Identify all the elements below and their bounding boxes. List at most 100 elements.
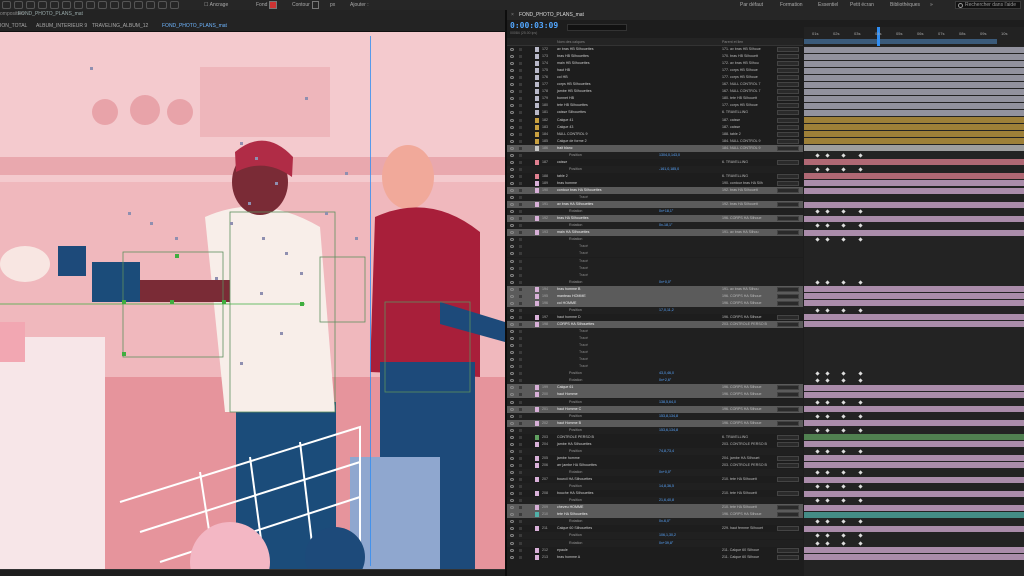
layer-search-input[interactable]	[567, 24, 627, 31]
parent-dropdown[interactable]	[777, 554, 799, 560]
lock-icon[interactable]	[519, 315, 522, 319]
layer-row[interactable]: 175 haut HB 177. corps HB Silhoue	[507, 67, 803, 74]
visibility-eye-icon[interactable]	[510, 153, 514, 157]
lock-icon[interactable]	[519, 266, 522, 270]
lock-icon[interactable]	[519, 210, 522, 214]
property-name[interactable]: Position	[569, 370, 582, 377]
property-name[interactable]: Position	[569, 532, 582, 539]
parent-dropdown[interactable]	[777, 321, 799, 327]
label-color-swatch[interactable]	[535, 89, 539, 95]
label-color-swatch[interactable]	[535, 110, 539, 116]
label-color-swatch[interactable]	[535, 420, 539, 426]
property-value[interactable]: 0x+2,6°	[659, 377, 671, 384]
layer-name[interactable]: caisse	[557, 159, 567, 166]
workspace-default[interactable]: Par défaut	[740, 0, 763, 10]
property-name[interactable]: Position	[569, 448, 582, 455]
property-track[interactable]	[804, 540, 1024, 546]
parent-link[interactable]: 210. tete HA Silhouett	[722, 504, 757, 511]
visibility-eye-icon[interactable]	[510, 111, 514, 115]
property-track[interactable]	[804, 363, 1024, 370]
layer-bar[interactable]	[804, 476, 1024, 483]
visibility-eye-icon[interactable]	[510, 181, 514, 185]
property-name[interactable]: Tracé	[579, 342, 588, 349]
visibility-eye-icon[interactable]	[510, 62, 514, 66]
property-value[interactable]: 0x+18,1°	[659, 208, 673, 215]
layer-bar[interactable]	[804, 300, 1024, 307]
visibility-eye-icon[interactable]	[510, 139, 514, 143]
parent-dropdown[interactable]	[777, 173, 799, 179]
lock-icon[interactable]	[519, 541, 522, 545]
parent-link[interactable]: 6. TRAVELLING	[722, 434, 748, 441]
layer-row[interactable]: 198 CORPS HA Silhouettes 203. CONTROLE PER…	[507, 320, 803, 328]
lock-icon[interactable]	[519, 428, 522, 432]
layer-name[interactable]: bras homme A	[557, 554, 580, 561]
visibility-eye-icon[interactable]	[510, 499, 514, 503]
parent-dropdown[interactable]	[777, 286, 799, 292]
composition-title[interactable]: FOND_PHOTO_PLANS_mat	[18, 11, 83, 17]
layer-bar[interactable]	[804, 81, 1024, 88]
layer-row[interactable]: 204 jambe HA Silhouettes 203. CONTROLE PER…	[507, 441, 803, 448]
property-name[interactable]: Tracé	[579, 356, 588, 363]
layer-bar[interactable]	[804, 441, 1024, 448]
label-color-swatch[interactable]	[535, 138, 539, 144]
layer-name[interactable]: CONTROLE PERSO B	[557, 434, 594, 441]
lock-icon[interactable]	[519, 287, 522, 291]
layer-bar[interactable]	[804, 215, 1024, 222]
lock-icon[interactable]	[519, 308, 522, 312]
property-track[interactable]	[804, 413, 1024, 420]
visibility-eye-icon[interactable]	[510, 534, 514, 538]
visibility-eye-icon[interactable]	[510, 414, 514, 418]
layer-bar[interactable]	[804, 187, 1024, 194]
workspace-libraries[interactable]: Bibliothèques	[890, 0, 920, 10]
property-name[interactable]: Rotation	[569, 222, 582, 229]
label-color-swatch[interactable]	[535, 293, 539, 299]
lock-icon[interactable]	[519, 492, 522, 496]
workspace-menu-icon[interactable]: »	[930, 0, 933, 10]
layer-bar[interactable]	[804, 102, 1024, 109]
property-row[interactable]: Tracé	[507, 271, 803, 279]
parent-dropdown[interactable]	[777, 110, 799, 116]
layer-name[interactable]: NULL CONTROL 9	[557, 131, 588, 138]
visibility-eye-icon[interactable]	[510, 210, 514, 214]
lock-icon[interactable]	[519, 174, 522, 178]
parent-link[interactable]: 177. corps HB Silhoue	[722, 102, 758, 109]
property-value[interactable]: 0x+39,8°	[659, 540, 673, 547]
parent-link[interactable]: 191. av bras HA Silhou	[722, 229, 759, 236]
label-color-swatch[interactable]	[535, 406, 539, 412]
lock-icon[interactable]	[519, 146, 522, 150]
property-name[interactable]: Position	[569, 483, 582, 490]
stroke-control[interactable]: Contour	[292, 0, 321, 10]
layer-name[interactable]: manteau HOMME	[557, 293, 586, 300]
layer-bar[interactable]	[804, 314, 1024, 321]
layer-bar[interactable]	[804, 384, 1024, 391]
property-track[interactable]	[804, 272, 1024, 279]
label-color-swatch[interactable]	[535, 61, 539, 67]
visibility-eye-icon[interactable]	[510, 231, 514, 235]
property-row[interactable]: Tracé	[507, 335, 803, 343]
add-menu[interactable]: Ajouter :	[350, 0, 369, 10]
parent-link[interactable]: 167. NULL CONTROL 7	[722, 88, 760, 95]
visibility-eye-icon[interactable]	[510, 337, 514, 341]
layer-name[interactable]: haut HB	[557, 67, 570, 74]
visibility-eye-icon[interactable]	[510, 287, 514, 291]
property-track[interactable]	[804, 208, 1024, 215]
parent-link[interactable]: 210. tete HA Silhouett	[722, 476, 757, 483]
layer-row[interactable]: 212 epaule 211. Calque 60 Silhoue	[507, 547, 803, 554]
layer-name[interactable]: bras HB Silhouettes	[557, 53, 589, 60]
layer-row[interactable]: 186 trait blanc 184. NULL CONTROL 9	[507, 144, 803, 152]
visibility-eye-icon[interactable]	[510, 167, 514, 171]
visibility-eye-icon[interactable]	[510, 196, 514, 200]
lock-icon[interactable]	[519, 231, 522, 235]
layer-name[interactable]: Calque 43	[557, 124, 573, 131]
lock-icon[interactable]	[519, 252, 522, 256]
property-track[interactable]	[804, 166, 1024, 173]
layer-name[interactable]: CORPS HA Silhouettes	[557, 321, 594, 328]
layer-bar[interactable]	[804, 525, 1024, 532]
visibility-eye-icon[interactable]	[510, 435, 514, 439]
parent-link[interactable]: 211. Calque 60 Silhoue	[722, 554, 759, 561]
parent-dropdown[interactable]	[777, 230, 799, 236]
layer-bar[interactable]	[804, 88, 1024, 95]
visibility-eye-icon[interactable]	[510, 280, 514, 284]
layer-row[interactable]: 184 NULL CONTROL 9 188. table 2	[507, 131, 803, 138]
parent-dropdown[interactable]	[777, 392, 799, 398]
